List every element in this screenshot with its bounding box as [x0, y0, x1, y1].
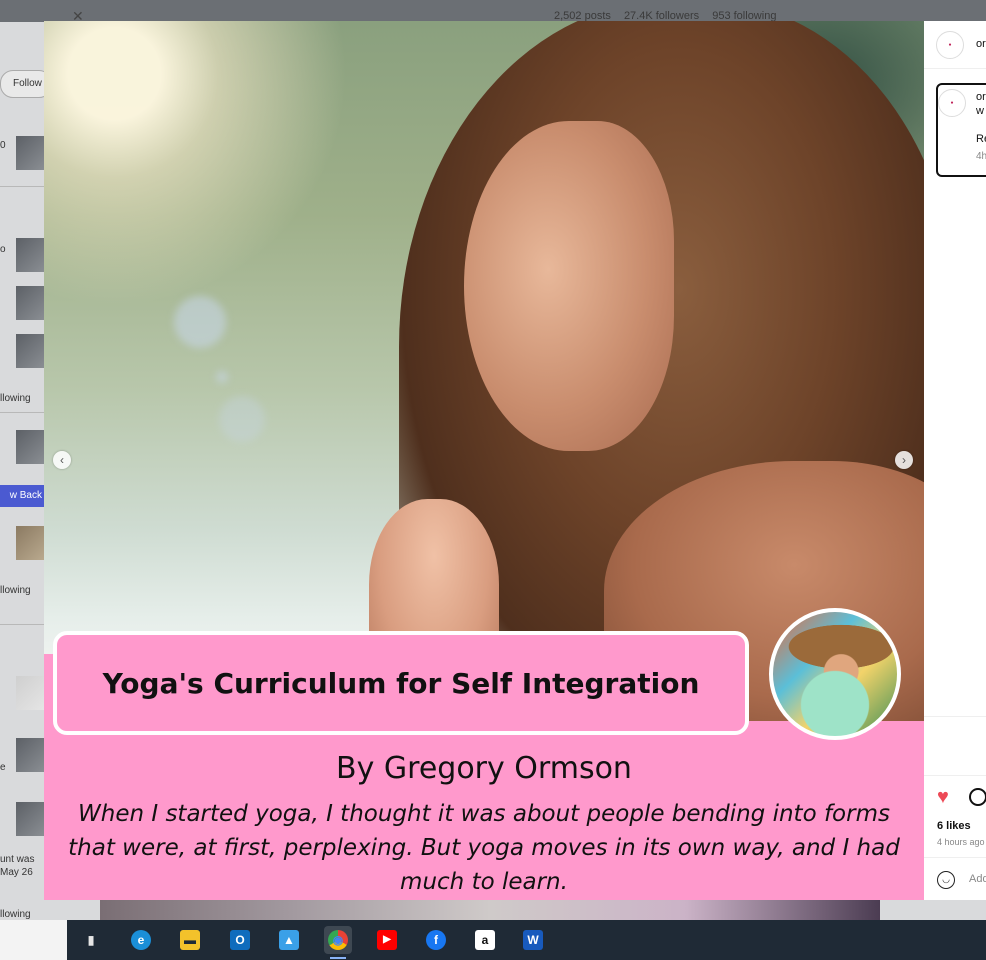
youtube-icon[interactable]: ▶ [373, 926, 401, 954]
list-thumbnail[interactable] [16, 802, 44, 836]
word-icon[interactable]: W [519, 926, 547, 954]
like-heart-icon[interactable]: ♥ [937, 787, 949, 807]
header-avatar[interactable]: ● [936, 31, 964, 59]
notification-date: May 26 [0, 867, 33, 878]
divider [0, 412, 44, 413]
post-title: Yoga's Curriculum for Self Integration [102, 666, 700, 700]
bokeh-light [219, 396, 265, 442]
notification-text: unt was [0, 854, 35, 865]
title-banner: Yoga's Curriculum for Self Integration [53, 631, 749, 735]
post-image: ‹ › Yoga's Curriculum for Self Integrati… [44, 21, 924, 900]
next-image-button[interactable]: › [895, 451, 913, 469]
photos-glyph: ▲ [279, 930, 299, 950]
photos-icon[interactable]: ▲ [275, 926, 303, 954]
post-side-panel: ● or ● or w Re 4h ♥ 6 likes 4 hours ago … [924, 21, 986, 900]
list-thumbnail[interactable] [16, 526, 44, 560]
taskbar-search-box[interactable] [0, 920, 67, 960]
chrome-glyph: ◉ [328, 930, 348, 950]
amazon-glyph: a [475, 930, 495, 950]
edge-icon[interactable]: e [127, 926, 155, 954]
comment-bubble-icon[interactable] [969, 788, 986, 806]
list-thumbnail[interactable] [16, 334, 44, 368]
list-thumbnail[interactable] [16, 238, 44, 272]
post-time: 4 hours ago [937, 837, 985, 847]
bokeh-light [216, 371, 228, 383]
divider [924, 857, 986, 858]
comment-avatar[interactable]: ● [938, 89, 966, 117]
add-comment-input[interactable]: Add [969, 873, 986, 885]
list-thumbnail[interactable] [16, 286, 44, 320]
edge-char: o [0, 244, 6, 255]
header-username[interactable]: or [976, 38, 986, 50]
facebook-glyph: f [426, 930, 446, 950]
comment-username[interactable]: or [976, 91, 986, 103]
bokeh-light [174, 296, 226, 348]
outlook-icon[interactable]: O [226, 926, 254, 954]
list-thumbnail[interactable] [16, 430, 44, 464]
edge-char: 0 [0, 140, 6, 151]
divider [924, 775, 986, 776]
list-thumbnail[interactable] [16, 136, 44, 170]
facebook-icon[interactable]: f [422, 926, 450, 954]
background-post-grid [100, 900, 880, 920]
background-top-bar [0, 0, 986, 22]
amazon-icon[interactable]: a [471, 926, 499, 954]
youtube-glyph: ▶ [377, 930, 397, 950]
caption-card: ● or w Re 4h [936, 83, 986, 177]
post-excerpt: When I started yoga, I thought it was ab… [68, 801, 900, 895]
following-label: llowing [0, 585, 31, 596]
chrome-icon[interactable]: ◉ [324, 926, 352, 954]
following-label: llowing [0, 393, 31, 404]
comment-time: 4h [976, 151, 986, 162]
divider [0, 624, 44, 625]
task-view-glyph: ▮ [87, 933, 95, 947]
following-label: llowing [0, 909, 31, 920]
previous-image-button[interactable]: ‹ [53, 451, 71, 469]
windows-taskbar: ▮ e ▬ O ▲ ◉ ▶ f a W [0, 920, 986, 960]
follow-back-button[interactable]: w Back [0, 485, 44, 507]
word-glyph: W [523, 930, 543, 950]
list-thumbnail[interactable] [16, 676, 44, 710]
task-view-icon[interactable]: ▮ [77, 926, 105, 954]
divider [924, 68, 986, 69]
comment-text: w [976, 105, 984, 117]
emoji-icon[interactable]: ◡ [937, 871, 955, 889]
file-explorer-glyph: ▬ [180, 930, 200, 950]
author-avatar [769, 608, 901, 740]
comment-reply-text: Re [976, 133, 986, 145]
list-thumbnail[interactable] [16, 738, 44, 772]
post-byline: By Gregory Ormson [336, 751, 632, 786]
divider [924, 716, 986, 717]
divider [0, 186, 44, 187]
outlook-glyph: O [230, 930, 250, 950]
likes-count[interactable]: 6 likes [937, 820, 971, 832]
edge-glyph: e [131, 930, 151, 950]
face-shape [464, 121, 674, 451]
file-explorer-icon[interactable]: ▬ [176, 926, 204, 954]
edge-char: e [0, 762, 6, 773]
active-app-indicator [330, 957, 346, 959]
